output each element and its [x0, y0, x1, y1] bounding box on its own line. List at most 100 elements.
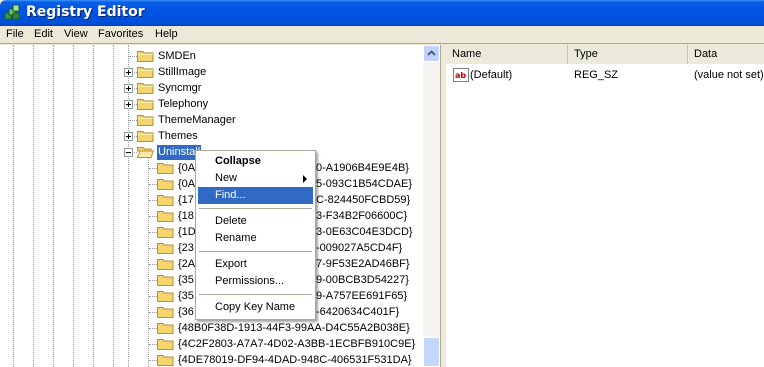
tree-line — [149, 232, 157, 233]
tree-item-stillimage[interactable]: StillImage — [157, 65, 207, 80]
folder-icon — [157, 243, 174, 254]
value-data: (value not set) — [694, 69, 764, 81]
arrow-up-icon — [427, 50, 436, 56]
menu-favorites[interactable]: Favorites — [98, 28, 143, 40]
menu-item-find[interactable]: Find... — [198, 187, 313, 204]
menu-item-delete[interactable]: Delete — [198, 213, 313, 230]
tree-line — [149, 264, 157, 265]
string-value-icon: ab — [453, 68, 469, 82]
tree-line — [113, 45, 114, 367]
tree-item-subkey-tail: 7-9F53E2AD46BF} — [316, 258, 410, 270]
tree-item-subkey-tail: C-824450FCBD59} — [316, 194, 411, 206]
folder-icon — [157, 323, 174, 334]
folder-icon — [137, 131, 154, 142]
folder-icon — [157, 355, 174, 366]
tree-line — [149, 216, 157, 217]
expand-toggle[interactable] — [124, 100, 133, 109]
tree-item-subkey-tail: 0-A1906B4E9E4B} — [316, 162, 409, 174]
tree-item-subkey[interactable]: {17 — [177, 193, 195, 208]
values-list[interactable]: Name Type Data ab (Default) REG_SZ (valu… — [446, 45, 764, 367]
tree-item-telephony[interactable]: Telephony — [157, 97, 209, 112]
tree-item-subkey[interactable]: {1D — [177, 225, 197, 240]
tree-line — [73, 45, 74, 367]
menu-item-permissions[interactable]: Permissions... — [198, 273, 313, 290]
menu-item-export[interactable]: Export — [198, 256, 313, 273]
tree-item-subkey[interactable]: {48B0F38D-1913-44F3-99AA-D4C55A2B038E} — [177, 321, 411, 336]
tree-item-subkey[interactable]: {18 — [177, 209, 195, 224]
folder-icon — [157, 227, 174, 238]
folder-icon — [137, 67, 154, 78]
tree-line — [149, 360, 157, 361]
menu-item-collapse[interactable]: Collapse — [198, 153, 313, 170]
tree-line — [149, 248, 157, 249]
scroll-thumb[interactable] — [423, 337, 440, 367]
title-bar[interactable]: Registry Editor — [0, 0, 764, 26]
tree-item-subkey[interactable]: {35 — [177, 289, 195, 304]
expand-toggle[interactable] — [124, 68, 133, 77]
folder-icon — [157, 307, 174, 318]
tree-line — [149, 296, 157, 297]
menu-help[interactable]: Help — [155, 28, 178, 40]
value-row[interactable]: ab (Default) REG_SZ (value not set) — [446, 67, 764, 83]
tree-item-syncmgr[interactable]: Syncmgr — [157, 81, 202, 96]
folder-icon — [137, 99, 154, 110]
menu-edit[interactable]: Edit — [34, 28, 53, 40]
svg-text:ab: ab — [455, 71, 466, 80]
menu-view[interactable]: View — [64, 28, 88, 40]
tree-item-subkey[interactable]: {4DE78019-DF94-4DAD-948C-406531F531DA} — [177, 353, 413, 367]
tree-line — [33, 45, 34, 367]
folder-icon — [137, 51, 154, 62]
submenu-arrow-icon — [303, 175, 307, 183]
folder-icon — [157, 211, 174, 222]
menu-separator — [199, 251, 312, 252]
scroll-up-button[interactable] — [423, 45, 440, 62]
menu-bar: File Edit View Favorites Help — [0, 26, 764, 44]
tree-line — [128, 45, 129, 367]
tree-item-subkey-tail: 9-00BCB3D54227} — [316, 274, 409, 286]
folder-icon — [157, 339, 174, 350]
tree-item-subkey[interactable]: {23 — [177, 241, 195, 256]
window-title: Registry Editor — [26, 4, 145, 20]
tree-item-thememanager[interactable]: ThemeManager — [157, 113, 237, 128]
value-type: REG_SZ — [574, 69, 619, 81]
tree-item-subkey[interactable]: {2A — [177, 257, 196, 272]
folder-icon — [157, 179, 174, 190]
tree-item-themes[interactable]: Themes — [157, 129, 199, 144]
menu-item-new[interactable]: New — [198, 170, 313, 187]
folder-icon — [157, 291, 174, 302]
expand-toggle[interactable] — [124, 132, 133, 141]
folder-icon — [157, 275, 174, 286]
menu-separator — [199, 294, 312, 295]
column-header-data[interactable]: Data — [688, 45, 764, 64]
tree-item-subkey-tail: 3-F34B2F06600C} — [316, 210, 408, 222]
tree-line — [13, 45, 14, 367]
tree-line — [149, 200, 157, 201]
tree-line — [148, 158, 149, 367]
tree-item-subkey[interactable]: {36 — [177, 305, 195, 320]
tree-line — [129, 56, 137, 57]
folder-icon — [157, 259, 174, 270]
tree-item-smden[interactable]: SMDEn — [157, 49, 197, 64]
tree-item-subkey-tail: 9-A757EE691F65} — [316, 290, 408, 302]
value-name: (Default) — [470, 69, 513, 81]
tree-line — [93, 45, 94, 367]
tree-item-subkey[interactable]: {0A — [177, 177, 196, 192]
tree-item-subkey[interactable]: {4C2F2803-A7A7-4D02-A3BB-1ECBFB910C9E} — [177, 337, 416, 352]
tree-item-subkey-tail: 3-0E63C04E3DCD} — [316, 226, 413, 238]
column-header-type[interactable]: Type — [568, 45, 688, 64]
tree-item-subkey[interactable]: {35 — [177, 273, 195, 288]
list-header: Name Type Data — [446, 45, 764, 64]
collapse-toggle[interactable] — [124, 148, 133, 157]
tree-scrollbar[interactable] — [423, 45, 440, 367]
menu-item-rename[interactable]: Rename — [198, 230, 313, 247]
column-header-name[interactable]: Name — [446, 45, 568, 64]
expand-toggle[interactable] — [124, 84, 133, 93]
menu-file[interactable]: File — [6, 28, 24, 40]
tree-line — [149, 344, 157, 345]
tree-line — [149, 328, 157, 329]
menu-item-copy-key-name[interactable]: Copy Key Name — [198, 299, 313, 316]
tree-item-subkey[interactable]: {0A — [177, 161, 196, 176]
tree-item-subkey-tail: 5-093C1B54CDAE} — [316, 178, 413, 190]
tree-line — [149, 184, 157, 185]
tree-line — [149, 312, 157, 313]
